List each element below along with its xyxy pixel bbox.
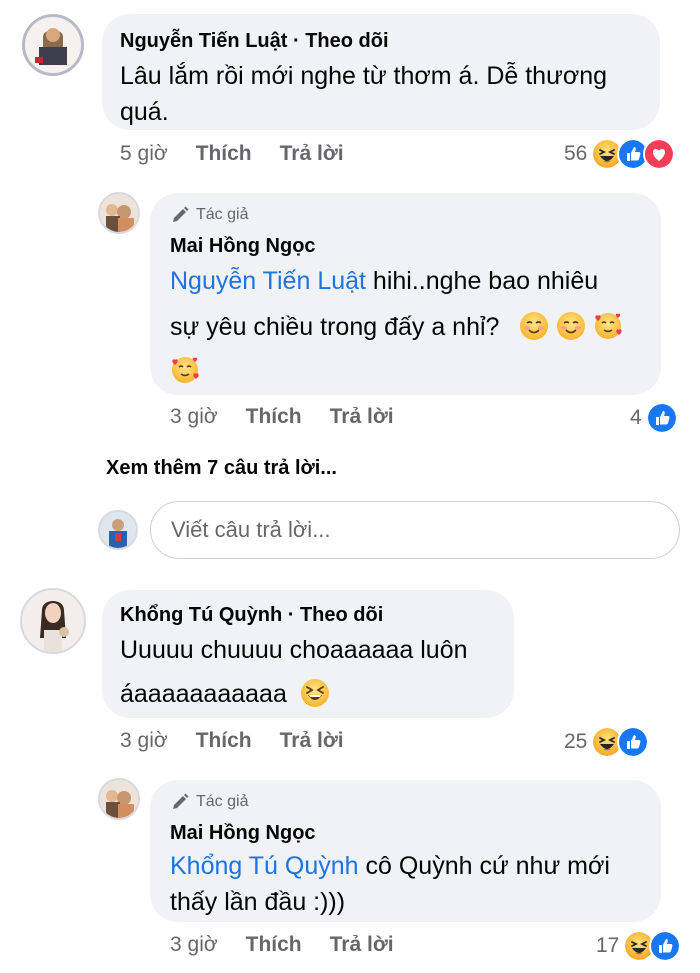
comment-text-line: Uuuuu chuuuu choaaaaaa luôn [120,636,468,664]
comment-actions: 5 giờ Thích Trả lời [120,142,344,166]
comment-bubble: Nguyễn Tiến Luật · Theo dõi Lâu lắm rồi … [102,14,660,130]
pencil-icon [173,793,189,809]
comment-actions: 3 giờ Thích Trả lời [170,405,394,429]
comment-text-line: áaaaaaaaaaaa [120,673,514,715]
smiling-hearts-emoji-icon [595,313,622,339]
avatar[interactable] [98,192,140,234]
reaction-summary[interactable]: 25 [564,726,650,758]
reply-button[interactable]: Trả lời [280,142,344,166]
reaction-count: 17 [596,934,620,957]
comment-text-line [170,350,661,392]
pencil-icon [173,206,189,222]
reaction-summary[interactable]: 17 [596,930,682,962]
comment-text: Nguyễn Tiến Luật hihi..nghe bao nhiêu sự… [170,260,661,392]
comment-text: Uuuuu chuuuu choaaaaaa luôn áaaaaaaaaaaa [120,629,514,715]
reply-input[interactable]: Viết câu trả lời... [150,501,680,559]
comment-text-line: Lâu lắm rồi mới nghe từ thơm á. Dễ thươn… [120,62,608,90]
comment-text: Khổng Tú Quỳnh cô Quỳnh cứ như mới thấy … [170,845,661,923]
author-badge: Tác giả [170,792,661,812]
comment-text-segment: cô Quỳnh cứ như mới [358,852,610,880]
avatar[interactable] [20,588,86,654]
mention-link[interactable]: Nguyễn Tiến Luật [170,267,366,295]
blush-emoji-icon [520,312,549,340]
comment-author-name[interactable]: Nguyễn Tiến Luật [120,30,287,52]
comment-actions: 3 giờ Thích Trả lời [170,933,394,957]
reply-bubble: Tác giả Mai Hồng Ngọc Nguyễn Tiến Luật h… [150,193,661,395]
like-button[interactable]: Thích [246,933,302,957]
comment-text-segment: áaaaaaaaaaaa [120,680,287,708]
comment-text-segment: hihi..nghe bao nhiêu [365,267,599,295]
comment-text-line: sự yêu chiều trong đấy a nhỉ? [170,306,661,348]
blush-emoji-icon [557,312,586,340]
author-badge: Tác giả [170,205,661,225]
author-badge-label: Tác giả [196,793,249,810]
like-reaction-icon [649,930,682,962]
comment-text-line: quá. [120,98,169,126]
comment-time[interactable]: 3 giờ [170,405,218,429]
comment-author-name[interactable]: Mai Hồng Ngọc [170,235,661,258]
reaction-summary[interactable]: 4 [630,402,678,434]
comment-time[interactable]: 3 giờ [120,729,168,753]
comment-author-name[interactable]: Khổng Tú Quỳnh [120,604,282,626]
smiling-hearts-emoji-icon [172,357,199,383]
laughing-emoji-icon [300,679,329,707]
avatar[interactable] [22,14,84,76]
follow-button[interactable]: Theo dõi [300,604,383,626]
like-reaction-icon [645,402,678,434]
author-badge-label: Tác giả [196,206,249,223]
reply-button[interactable]: Trả lời [330,405,394,429]
reply-bubble: Tác giả Mai Hồng Ngọc Khổng Tú Quỳnh cô … [150,780,661,922]
comment-actions: 3 giờ Thích Trả lời [120,729,344,753]
reply-button[interactable]: Trả lời [280,729,344,753]
comment-time[interactable]: 3 giờ [170,933,218,957]
comment-text-line: thấy lần đầu :))) [170,888,346,916]
avatar [98,510,138,550]
comment-author-line: Nguyễn Tiến Luật · Theo dõi [120,30,389,52]
comment-text-segment: sự yêu chiều trong đấy a nhỉ? [170,313,500,341]
reply-button[interactable]: Trả lời [330,933,394,957]
like-button[interactable]: Thích [246,405,302,429]
comment-text-line: Nguyễn Tiến Luật hihi..nghe bao nhiêu [170,260,661,302]
reaction-count: 25 [564,730,588,753]
reaction-count: 56 [564,142,588,165]
reaction-count: 4 [630,406,642,429]
like-reaction-icon [617,726,650,758]
see-more-replies-link[interactable]: Xem thêm 7 câu trả lời... [106,457,337,480]
reaction-summary[interactable]: 56 [564,138,676,170]
reply-input-placeholder: Viết câu trả lời... [171,517,331,542]
like-button[interactable]: Thích [196,729,252,753]
comment-author-line: Khổng Tú Quỳnh · Theo dõi [120,604,384,626]
love-reaction-icon [643,138,676,170]
comment-author-name[interactable]: Mai Hồng Ngọc [170,822,661,845]
comment-time[interactable]: 5 giờ [120,142,168,166]
follow-button[interactable]: Theo dõi [305,30,388,52]
avatar[interactable] [98,778,140,820]
like-button[interactable]: Thích [196,142,252,166]
mention-link[interactable]: Khổng Tú Quỳnh [170,852,359,880]
comment-text: Lâu lắm rồi mới nghe từ thơm á. Dễ thươn… [120,55,660,133]
comment-bubble: Khổng Tú Quỳnh · Theo dõi Uuuuu chuuuu c… [102,590,514,718]
